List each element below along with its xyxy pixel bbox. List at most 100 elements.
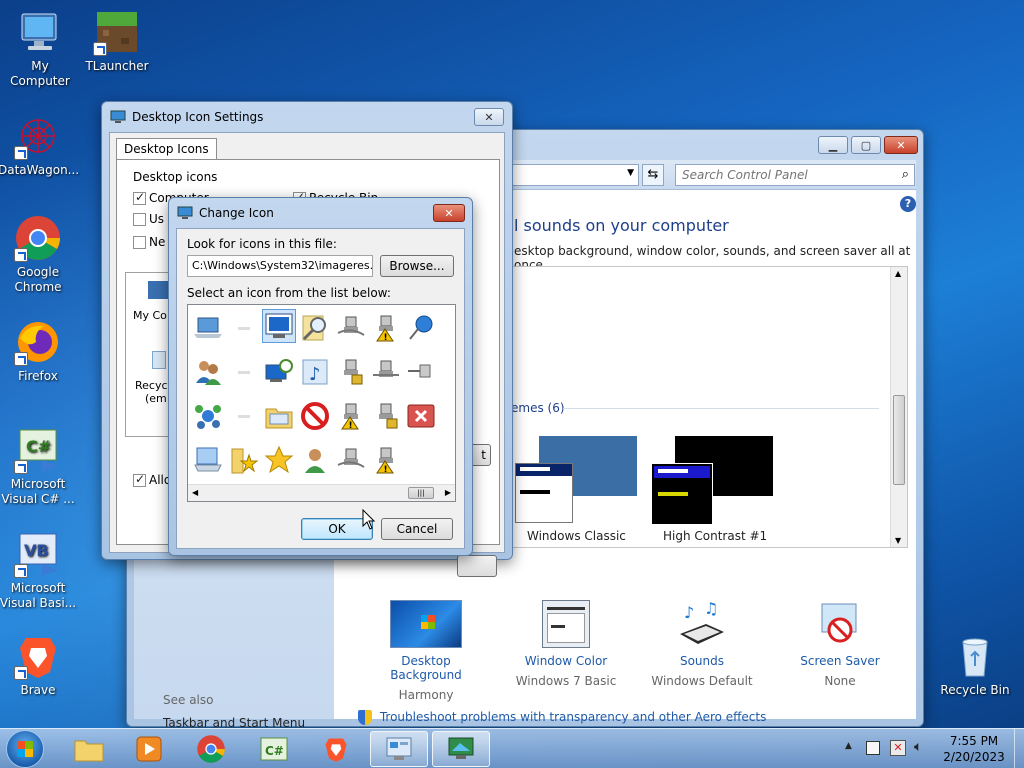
- desktop-icon-recycle-bin[interactable]: Recycle Bin: [935, 632, 1015, 698]
- icon-network-cable[interactable]: [334, 443, 368, 477]
- icon-faded-blank[interactable]: [227, 311, 261, 345]
- dialog-title: Change Icon: [199, 206, 274, 220]
- desktop-icon-tlauncher[interactable]: TLauncher: [77, 8, 157, 74]
- icon-computer-clock[interactable]: [262, 355, 296, 389]
- scroll-thumb[interactable]: [893, 395, 905, 485]
- desktop-icon-firefox[interactable]: Firefox: [0, 318, 78, 384]
- icon-network-cable[interactable]: [334, 311, 368, 345]
- taskbar-control-panel[interactable]: [370, 731, 428, 767]
- display-settings-icon: [448, 737, 474, 759]
- taskbar-chrome[interactable]: [182, 731, 240, 767]
- desktop-icon-datawagon[interactable]: DataWagon...: [0, 112, 79, 178]
- icon-faded-blank[interactable]: [227, 355, 261, 389]
- desktop-icon-visual-basic[interactable]: VB Microsoft Visual Basi...: [0, 530, 78, 611]
- icon-favorites-folder[interactable]: [227, 443, 261, 477]
- setting-value: Windows Default: [651, 674, 753, 688]
- icon-network-warning[interactable]: !: [369, 311, 403, 345]
- desktop-icon-google-chrome[interactable]: Google Chrome: [0, 214, 78, 295]
- theme-high-contrast-1[interactable]: High Contrast #1: [641, 433, 791, 543]
- show-desktop-button[interactable]: [1014, 729, 1024, 768]
- icon-pushpin[interactable]: [404, 311, 438, 345]
- screen-saver-icon: [816, 600, 864, 648]
- icon-pin-gray[interactable]: [404, 355, 438, 389]
- scroll-left-icon[interactable]: ◀: [192, 488, 198, 497]
- icon-laptop[interactable]: [191, 311, 225, 345]
- help-icon[interactable]: ?: [900, 196, 916, 212]
- taskbar-brave[interactable]: [307, 731, 365, 767]
- scroll-up-icon[interactable]: ▲: [895, 269, 901, 278]
- checkbox-users-files[interactable]: Us: [133, 212, 164, 226]
- theme-group-divider: [563, 408, 879, 409]
- address-dropdown-icon[interactable]: ▼: [627, 168, 634, 178]
- taskbar-explorer[interactable]: [60, 731, 118, 767]
- icon-network-lock[interactable]: [334, 355, 368, 389]
- maximize-button[interactable]: ▢: [851, 136, 881, 154]
- hscroll-thumb[interactable]: |||: [408, 487, 434, 499]
- troubleshoot-link[interactable]: Troubleshoot problems with transparency …: [380, 710, 767, 724]
- icon-network-lock[interactable]: [369, 399, 403, 433]
- close-button[interactable]: ✕: [884, 136, 918, 154]
- icon-network-warning[interactable]: !: [369, 443, 403, 477]
- icon-prohibited[interactable]: [298, 399, 332, 433]
- network-icon[interactable]: ✕: [890, 740, 906, 756]
- scroll-down-icon[interactable]: ▼: [895, 536, 901, 545]
- checkbox-box[interactable]: [133, 213, 146, 226]
- close-button[interactable]: ✕: [433, 204, 465, 222]
- checkbox-network[interactable]: Ne: [133, 235, 165, 249]
- theme-list-scrollbar[interactable]: ▲ ▼: [890, 267, 907, 547]
- theme-windows-classic[interactable]: Windows Classic: [505, 433, 645, 543]
- icon-folder-window[interactable]: [262, 399, 296, 433]
- icon-users[interactable]: [191, 355, 225, 389]
- desktop-icon-my-computer[interactable]: My Computer: [0, 8, 80, 89]
- troubleshoot-row[interactable]: Troubleshoot problems with transparency …: [358, 710, 766, 725]
- desktop-icon-visual-csharp[interactable]: C# Microsoft Visual C# ...: [0, 426, 78, 507]
- icon-list-hscrollbar[interactable]: ◀ ||| ▶: [188, 484, 455, 501]
- icon-red-x[interactable]: [404, 399, 438, 433]
- desktop-icon-brave[interactable]: Brave: [0, 632, 78, 698]
- icon-music-note[interactable]: ♪: [298, 355, 332, 389]
- action-center-icon[interactable]: [866, 741, 880, 755]
- scroll-right-icon[interactable]: ▶: [445, 488, 451, 497]
- page-heading: l sounds on your computer: [514, 216, 729, 235]
- chrome-icon: [197, 735, 225, 763]
- icon-user[interactable]: [298, 443, 332, 477]
- search-input[interactable]: [676, 165, 886, 185]
- apply-button[interactable]: [457, 555, 497, 577]
- computer-icon: [16, 8, 64, 56]
- icon-star[interactable]: [262, 443, 296, 477]
- clock[interactable]: 7:55 PM 2/20/2023: [936, 733, 1012, 765]
- browse-button[interactable]: Browse...: [380, 255, 454, 277]
- brave-icon: [325, 738, 347, 762]
- icon-computer-folder[interactable]: [191, 443, 225, 477]
- volume-icon[interactable]: 🔈︎: [914, 739, 922, 755]
- taskbar-visual-csharp[interactable]: C#: [245, 731, 303, 767]
- tab-desktop-icons[interactable]: Desktop Icons: [116, 138, 217, 159]
- search-box[interactable]: ⌕: [675, 164, 915, 186]
- checkbox-box[interactable]: [133, 472, 146, 487]
- checkbox-box[interactable]: [133, 190, 146, 205]
- checkbox-box[interactable]: [133, 236, 146, 249]
- setting-sounds[interactable]: ♪ ♫ Sounds Windows Default: [640, 599, 764, 688]
- taskbar-media-player[interactable]: [120, 731, 178, 767]
- taskbar-desktop-icon-settings[interactable]: [432, 731, 490, 767]
- setting-screen-saver[interactable]: Screen Saver None: [778, 600, 902, 688]
- desktop-icons-group-label: Desktop icons: [133, 170, 218, 184]
- setting-desktop-background[interactable]: Desktop Background Harmony: [364, 600, 488, 702]
- setting-window-color[interactable]: Window Color Windows 7 Basic: [504, 600, 628, 688]
- minimize-button[interactable]: ▁: [818, 136, 848, 154]
- close-button[interactable]: ✕: [474, 108, 504, 126]
- icon-monitor-selected[interactable]: [262, 309, 296, 343]
- show-hidden-icons-button[interactable]: ▲: [845, 741, 852, 751]
- clock-date: 2/20/2023: [943, 750, 1005, 764]
- icon-faded-blank[interactable]: [227, 399, 261, 433]
- file-path-field[interactable]: C:\Windows\System32\imageres.dll: [187, 255, 373, 277]
- icon-network-globe[interactable]: [191, 399, 225, 433]
- start-button[interactable]: [6, 730, 44, 768]
- search-icon[interactable]: ⌕: [902, 167, 909, 182]
- cancel-button[interactable]: Cancel: [381, 518, 453, 540]
- icon-network-cable-alt[interactable]: [369, 355, 403, 389]
- icon-search-folder[interactable]: [298, 311, 332, 345]
- icon-network-warning[interactable]: !: [334, 399, 368, 433]
- refresh-button[interactable]: ⇆: [642, 164, 664, 186]
- icon-list[interactable]: ! ♪ ! ! ◀ ||| ▶: [187, 304, 456, 502]
